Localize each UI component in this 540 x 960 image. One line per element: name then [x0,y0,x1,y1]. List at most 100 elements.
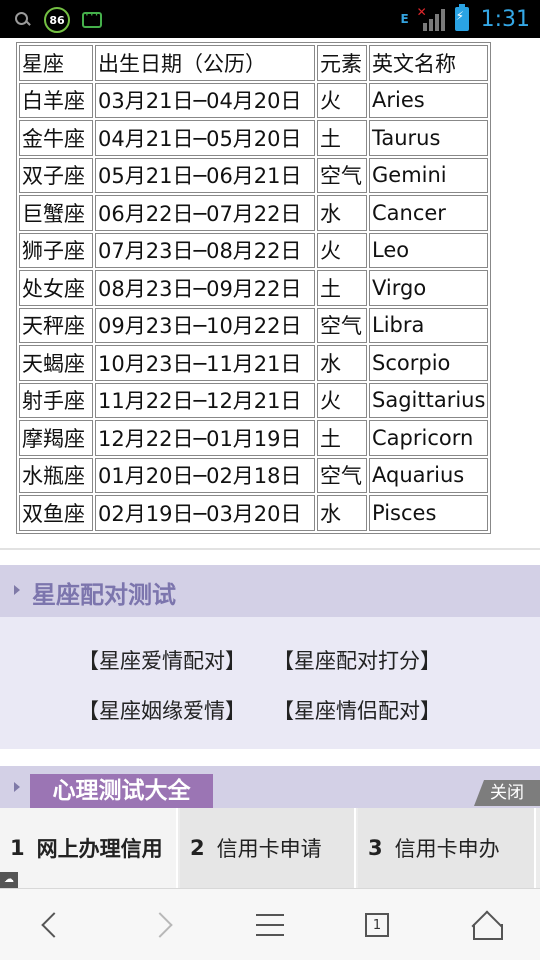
element-cell: 水 [317,345,367,381]
psych-section-title: 心理测试大全 [30,774,213,808]
english-name-cell: Libra [369,307,489,343]
link-match-score[interactable]: 【星座配对打分】 [273,645,441,675]
english-name-cell: Cancer [369,195,489,231]
element-cell: 水 [317,495,367,531]
element-cell: 火 [317,382,367,418]
sign-name-cell: 处女座 [19,270,93,306]
sign-name-cell: 狮子座 [19,232,93,268]
element-cell: 火 [317,82,367,118]
browser-nav-bar: 1 [0,888,540,960]
sign-name-cell: 金牛座 [19,120,93,156]
english-name-cell: Pisces [369,495,489,531]
home-icon [473,912,503,940]
english-name-cell: Sagittarius [369,382,489,418]
home-button[interactable] [456,889,516,960]
link-love-match[interactable]: 【星座爱情配对】 [78,645,246,675]
header-cell: 星座 [19,45,93,81]
chevron-right-icon [147,912,173,938]
link-marriage-love[interactable]: 【星座姻缘爱情】 [78,695,246,725]
birth-date-cell: 05月21日─06月21日 [95,157,315,193]
close-ad-button[interactable]: 关闭 [474,780,540,806]
ad-item-label: 信用卡申办 [394,837,500,861]
ad-logo-icon: ☁ [0,872,18,888]
element-cell: 空气 [317,157,367,193]
ad-item-label: 信用卡申请 [216,837,322,861]
psych-section-header[interactable]: 心理测试大全 [0,766,540,808]
ad-item-label: 网上办理信用 [36,837,163,861]
network-type-indicator: E [400,11,409,26]
table-row: 狮子座 07月23日─08月22日火 Leo [19,232,489,268]
element-cell: 土 [317,270,367,306]
zodiac-table: 星座 出生日期（公历） 元素 英文名称 白羊座 03月21日─04月20日火 Ari… [16,42,492,534]
element-cell: 火 [317,232,367,268]
back-button[interactable] [24,889,84,960]
ad-bar: 1 网上办理信用 2 信用卡申请 3 信用卡申办 [0,808,540,888]
link-couple-match[interactable]: 【星座情侣配对】 [273,695,441,725]
table-row: 摩羯座 12月22日─01月19日土 Capricorn [19,420,489,456]
table-row: 处女座 08月23日─09月22日土 Virgo [19,270,489,306]
element-cell: 空气 [317,457,367,493]
table-row: 射手座 11月22日─12月21日火 Sagittarius [19,382,489,418]
match-section-header[interactable]: 星座配对测试 [0,565,540,617]
birth-date-cell: 11月22日─12月21日 [95,382,315,418]
table-row: 水瓶座 01月20日─02月18日 空气 Aquarius [19,457,489,493]
birth-date-cell: 04月21日─05月20日 [95,120,315,156]
header-cell: 元素 [317,45,367,81]
element-cell: 水 [317,195,367,231]
birth-date-cell: 10月23日─11月21日 [95,345,315,381]
table-row: 双子座 05月21日─06月21日 空气 Gemini [19,157,489,193]
chevron-left-icon [41,912,67,938]
ad-item-3[interactable]: 3 信用卡申办 [358,808,536,888]
ad-item-number: 2 [190,836,205,860]
menu-button[interactable] [240,889,300,960]
english-name-cell: Capricorn [369,420,489,456]
search-icon [14,11,32,29]
menu-icon [256,914,284,936]
table-row: 巨蟹座 06月22日─07月22日水 Cancer [19,195,489,231]
battery-charging-icon [454,4,469,31]
birth-date-cell: 02月19日─03月20日 [95,495,315,531]
birth-date-cell: 06月22日─07月22日 [95,195,315,231]
birth-date-cell: 09月23日─10月22日 [95,307,315,343]
element-cell: 土 [317,420,367,456]
english-name-cell: Virgo [369,270,489,306]
tabs-button[interactable]: 1 [347,889,407,960]
sign-name-cell: 双子座 [19,157,93,193]
table-row: 金牛座 04月21日─05月20日土 Taurus [19,120,489,156]
clock: 1:31 [480,6,530,32]
match-section-title: 星座配对测试 [32,581,176,609]
table-row: 天秤座 09月23日─10月22日 空气 Libra [19,307,489,343]
sign-name-cell: 双鱼座 [19,495,93,531]
birth-date-cell: 01月20日─02月18日 [95,457,315,493]
sign-name-cell: 白羊座 [19,82,93,118]
ad-item-1[interactable]: 1 网上办理信用 [0,808,178,888]
english-name-cell: Taurus [369,120,489,156]
notification-badge: 86 [44,7,70,33]
element-cell: 空气 [317,307,367,343]
tabs-count-icon: 1 [365,913,389,937]
sign-name-cell: 射手座 [19,382,93,418]
birth-date-cell: 03月21日─04月20日 [95,82,315,118]
status-bar: 86 E ✕ 1:31 [0,0,540,38]
element-cell: 土 [317,120,367,156]
forward-button[interactable] [130,889,190,960]
sign-name-cell: 巨蟹座 [19,195,93,231]
english-name-cell: Aries [369,82,489,118]
sign-name-cell: 摩羯座 [19,420,93,456]
birth-date-cell: 07月23日─08月22日 [95,232,315,268]
english-name-cell: Gemini [369,157,489,193]
birth-date-cell: 08月23日─09月22日 [95,270,315,306]
signal-icon: ✕ [417,5,447,31]
divider [0,548,540,550]
triangle-right-icon [14,585,20,595]
ad-item-number: 3 [368,836,383,860]
table-row: 天蝎座 10月23日─11月21日水 Scorpio [19,345,489,381]
english-name-cell: Scorpio [369,345,489,381]
header-cell: 英文名称 [369,45,489,81]
birth-date-cell: 12月22日─01月19日 [95,420,315,456]
match-section-body: 【星座爱情配对】 【星座配对打分】 【星座姻缘爱情】 【星座情侣配对】 [0,617,540,749]
english-name-cell: Leo [369,232,489,268]
sign-name-cell: 水瓶座 [19,457,93,493]
ad-item-2[interactable]: 2 信用卡申请 [180,808,356,888]
table-row: 双鱼座 02月19日─03月20日水 Pisces [19,495,489,531]
